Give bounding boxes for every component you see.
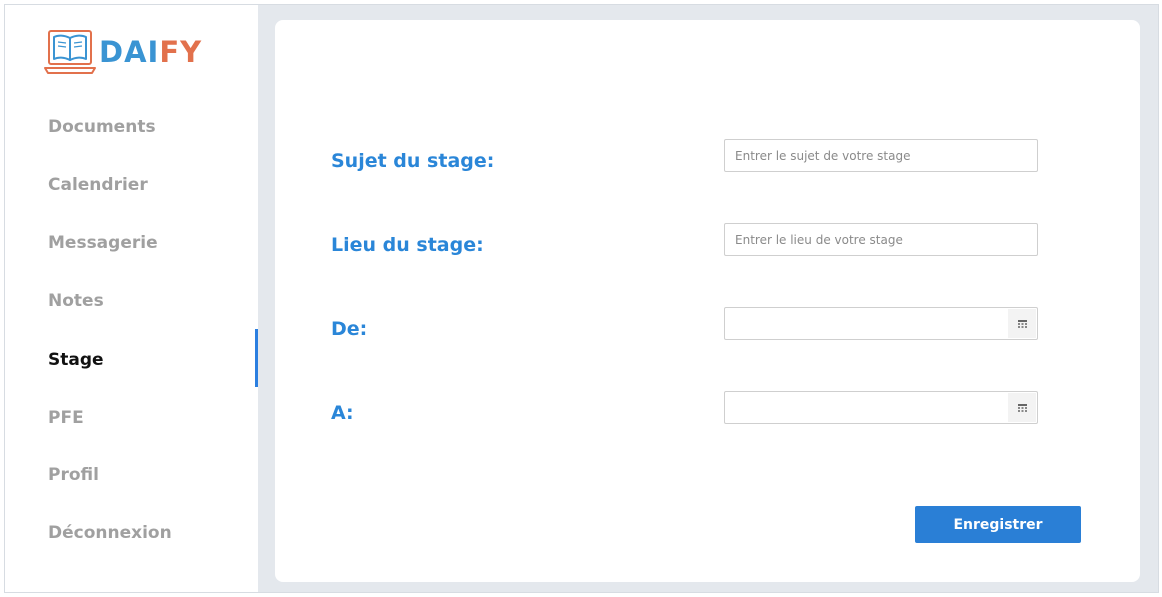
sidebar-item-stage[interactable]: Stage: [48, 350, 104, 370]
app-frame: DAIFY Documents Calendrier Messagerie No…: [4, 4, 1159, 593]
sidebar-item-calendrier[interactable]: Calendrier: [48, 175, 148, 195]
sidebar-item-deconnexion[interactable]: Déconnexion: [48, 523, 172, 543]
brand-name: DAIFY: [99, 28, 202, 76]
from-date-picker-button[interactable]: [1008, 309, 1036, 338]
from-date-field: [724, 307, 1038, 340]
sidebar-item-notes[interactable]: Notes: [48, 291, 104, 311]
to-date-input[interactable]: [725, 392, 1007, 423]
place-label: Lieu du stage:: [331, 234, 484, 256]
to-date-picker-button[interactable]: [1008, 393, 1036, 422]
subject-input[interactable]: [725, 140, 1037, 171]
subject-label: Sujet du stage:: [331, 150, 495, 172]
sidebar-item-messagerie[interactable]: Messagerie: [48, 233, 158, 253]
brand-name-part2: FY: [159, 35, 203, 69]
stage-form-panel: Sujet du stage: Lieu du stage: De:: [275, 20, 1140, 582]
sidebar-item-pfe[interactable]: PFE: [48, 408, 84, 428]
brand-name-part1: DAI: [99, 35, 160, 69]
subject-field: [724, 139, 1038, 172]
logo: DAIFY: [43, 28, 202, 76]
place-field: [724, 223, 1038, 256]
from-date-input[interactable]: [725, 308, 1007, 339]
calendar-icon: [1017, 403, 1027, 412]
calendar-icon: [1017, 319, 1027, 328]
save-button[interactable]: Enregistrer: [915, 506, 1081, 543]
laptop-book-icon: [44, 30, 96, 74]
from-date-label: De:: [331, 318, 368, 340]
sidebar-item-documents[interactable]: Documents: [48, 117, 156, 137]
to-date-field: [724, 391, 1038, 424]
sidebar: DAIFY Documents Calendrier Messagerie No…: [5, 5, 258, 592]
sidebar-item-profil[interactable]: Profil: [48, 465, 99, 485]
place-input[interactable]: [725, 224, 1037, 255]
to-date-label: A:: [331, 402, 354, 424]
active-indicator: [255, 329, 258, 387]
